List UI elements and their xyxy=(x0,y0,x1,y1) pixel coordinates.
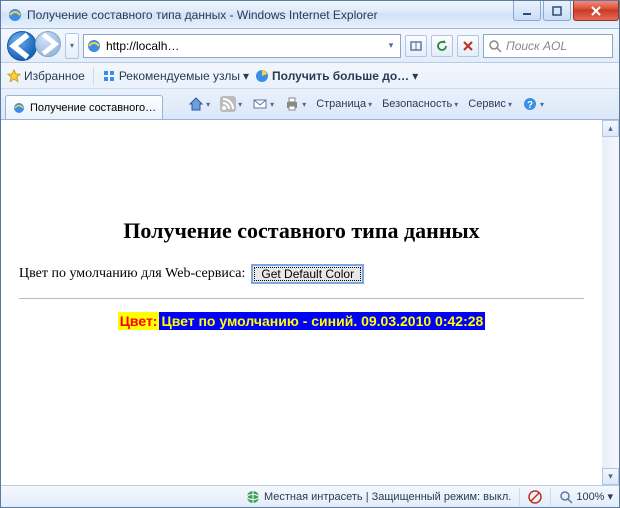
scroll-track[interactable] xyxy=(602,137,619,468)
content-viewport: Получение составного типа данных Цвет по… xyxy=(1,119,619,485)
search-placeholder: Поиск AOL xyxy=(506,39,567,53)
help-icon: ? xyxy=(522,96,538,112)
mail-icon xyxy=(252,96,268,112)
favorites-bar: Избранное Рекомендуемые узлы ▾ Получить … xyxy=(1,63,619,89)
help-button[interactable]: ?▾ xyxy=(519,94,547,114)
mail-button[interactable]: ▾ xyxy=(249,94,277,114)
home-icon xyxy=(188,96,204,112)
prompt-label: Цвет по умолчанию для Web-сервиса: xyxy=(19,266,245,282)
back-button[interactable] xyxy=(7,31,37,61)
scroll-down-button[interactable]: ▾ xyxy=(602,468,619,485)
zoom-value: 100% xyxy=(576,491,604,503)
search-box[interactable]: Поиск AOL xyxy=(483,34,613,58)
separator xyxy=(519,488,520,506)
suggested-label: Рекомендуемые узлы xyxy=(119,69,240,83)
window-buttons xyxy=(511,1,619,28)
print-button[interactable]: ▾ xyxy=(281,94,309,114)
slice-icon xyxy=(255,69,269,83)
close-button[interactable] xyxy=(573,1,619,21)
window-title: Получение составного типа данных - Windo… xyxy=(27,8,511,22)
rss-icon xyxy=(220,96,236,112)
svg-text:?: ? xyxy=(527,100,533,111)
tab-favicon xyxy=(12,101,26,115)
stop-button[interactable] xyxy=(457,35,479,57)
star-icon xyxy=(7,69,21,83)
sites-icon xyxy=(102,69,116,83)
chevron-down-icon: ▾ xyxy=(607,490,613,503)
command-bar: ▾ ▾ ▾ ▾ Страница▾ Безопасность▾ Сервис▾ … xyxy=(165,94,615,114)
favorites-label: Избранное xyxy=(24,69,85,83)
home-button[interactable]: ▾ xyxy=(185,94,213,114)
page-heading: Получение составного типа данных xyxy=(19,218,584,244)
ie-logo-icon xyxy=(7,7,23,23)
print-icon xyxy=(284,96,300,112)
divider xyxy=(19,298,584,299)
navigation-bar: ▾ http://localh… ▾ Поиск AOL xyxy=(1,29,619,63)
tools-menu[interactable]: Сервис▾ xyxy=(465,96,515,112)
chevron-down-icon: ▾ xyxy=(412,69,418,83)
favorites-button[interactable]: Избранное xyxy=(7,69,85,83)
titlebar: Получение составного типа данных - Windo… xyxy=(1,1,619,29)
chevron-down-icon: ▾ xyxy=(243,69,249,83)
url-dropdown-icon[interactable]: ▾ xyxy=(384,40,398,51)
safety-menu[interactable]: Безопасность▾ xyxy=(379,96,461,112)
suggested-sites[interactable]: Рекомендуемые узлы ▾ xyxy=(102,69,249,83)
protected-mode-indicator[interactable] xyxy=(528,490,542,504)
getmore-label: Получить больше до… xyxy=(272,69,409,83)
zoom-icon xyxy=(559,490,573,504)
maximize-button[interactable] xyxy=(543,1,571,21)
compat-view-button[interactable] xyxy=(405,35,427,57)
url-text: http://localh… xyxy=(106,39,380,53)
security-zone[interactable]: Местная интрасеть | Защищенный режим: вы… xyxy=(246,490,511,504)
address-bar[interactable]: http://localh… ▾ xyxy=(83,34,401,58)
zone-text: Местная интрасеть | Защищенный режим: вы… xyxy=(264,491,511,503)
nav-buttons xyxy=(7,31,61,61)
get-default-color-button[interactable]: Get Default Color xyxy=(251,264,364,284)
refresh-button[interactable] xyxy=(431,35,453,57)
shield-off-icon xyxy=(528,490,542,504)
tab-current[interactable]: Получение составного… xyxy=(5,95,163,119)
tab-title: Получение составного… xyxy=(30,102,156,114)
result-row: Цвет:Цвет по умолчанию - синий. 09.03.20… xyxy=(19,313,584,329)
zoom-control[interactable]: 100% ▾ xyxy=(559,490,613,504)
page-menu[interactable]: Страница▾ xyxy=(313,96,375,112)
page-icon xyxy=(86,38,102,54)
browser-window: Получение составного типа данных - Windo… xyxy=(0,0,620,508)
scroll-up-button[interactable]: ▴ xyxy=(602,120,619,137)
forward-button[interactable] xyxy=(35,31,61,57)
status-bar: Местная интрасеть | Защищенный режим: вы… xyxy=(1,485,619,507)
result-label: Цвет: xyxy=(118,312,160,330)
prompt-row: Цвет по умолчанию для Web-сервиса: Get D… xyxy=(19,264,584,284)
get-more-addons[interactable]: Получить больше до… ▾ xyxy=(255,69,418,83)
feeds-button[interactable]: ▾ xyxy=(217,94,245,114)
result-value: Цвет по умолчанию - синий. 09.03.2010 0:… xyxy=(159,312,485,330)
history-dropdown[interactable]: ▾ xyxy=(65,33,79,59)
zone-icon xyxy=(246,490,260,504)
page-body: Получение составного типа данных Цвет по… xyxy=(1,120,602,485)
search-icon xyxy=(488,39,502,53)
minimize-button[interactable] xyxy=(513,1,541,21)
tab-bar: Получение составного… ▾ ▾ ▾ ▾ Страница▾ … xyxy=(1,89,619,119)
separator xyxy=(550,488,551,506)
vertical-scrollbar[interactable]: ▴ ▾ xyxy=(602,120,619,485)
separator xyxy=(93,67,94,85)
